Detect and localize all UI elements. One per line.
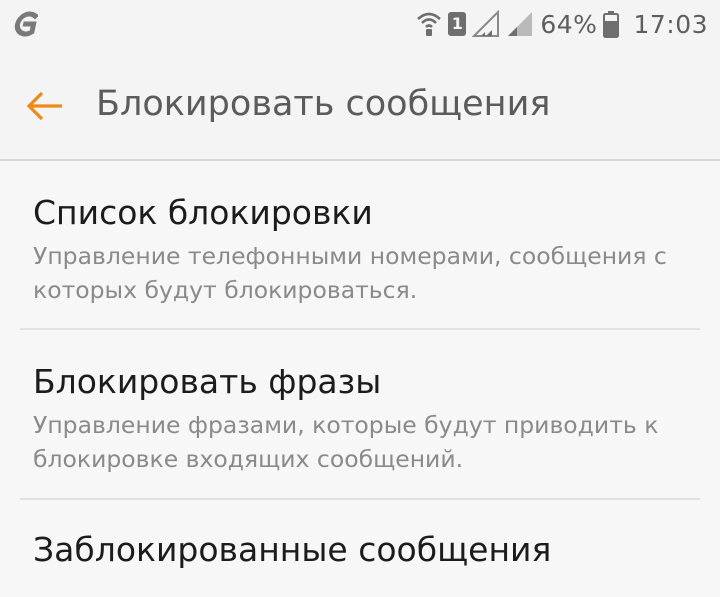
- g-notification-icon: [14, 11, 38, 37]
- item-title: Заблокированные сообщения: [33, 530, 552, 569]
- list-item-block-list[interactable]: Список блокировки Управление телефонными…: [0, 161, 720, 329]
- page-title: Блокировать сообщения: [96, 84, 551, 124]
- signal-1-icon: [472, 10, 500, 37]
- item-summary: Управление фразами, которые будут привод…: [33, 411, 659, 473]
- status-bar: 1 64% 17:03: [0, 0, 720, 50]
- app-bar: Блокировать сообщения: [0, 50, 720, 160]
- item-summary: Управление телефонными номерами, сообщен…: [33, 242, 667, 304]
- sim-1-icon: 1: [448, 12, 467, 36]
- status-icons: 1 64% 17:03: [416, 6, 708, 42]
- item-title: Блокировать фразы: [33, 362, 382, 401]
- item-title: Список блокировки: [33, 193, 373, 232]
- back-button[interactable]: [18, 80, 70, 132]
- back-arrow-icon: [26, 91, 62, 121]
- signal-2-icon: [508, 12, 533, 36]
- wifi-calling-icon: [417, 12, 442, 36]
- clock: 17:03: [633, 9, 708, 39]
- battery-percent: 64%: [540, 9, 598, 39]
- list-item-blocked-messages[interactable]: Заблокированные сообщения: [0, 500, 720, 597]
- list-item-block-phrases[interactable]: Блокировать фразы Управление фразами, ко…: [0, 330, 720, 498]
- battery-icon: [603, 11, 620, 38]
